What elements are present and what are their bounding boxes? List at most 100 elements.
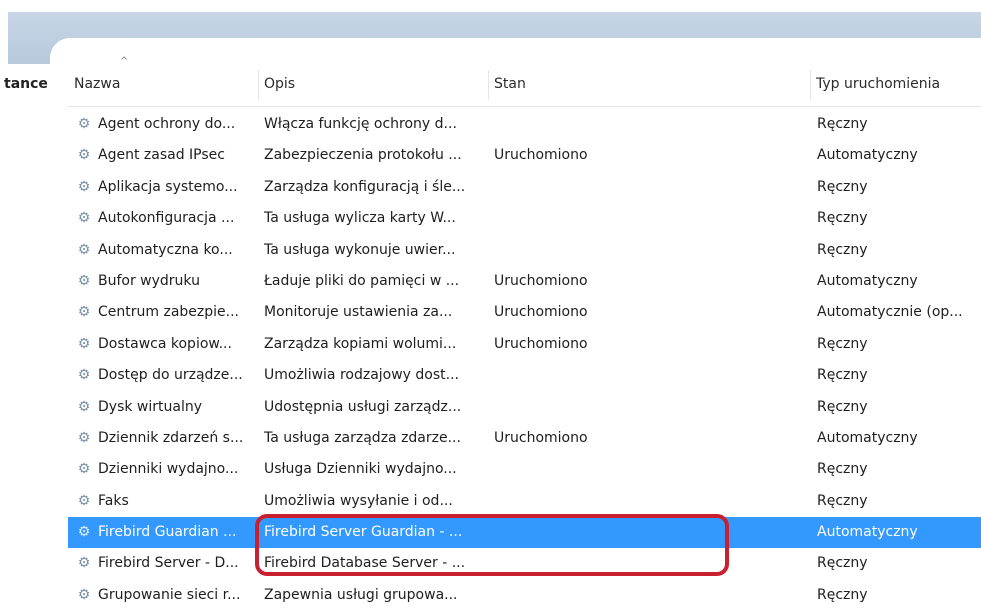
service-status: Uruchomiono [494,147,588,164]
service-startup-type: Automatyczny [817,272,918,289]
service-name-cell: ⚙ Agent ochrony do... [74,109,264,140]
table-row[interactable]: ⚙ Autokonfiguracja ... Ta usługa wylicza k… [68,203,981,234]
service-startup-type: Ręczny [817,586,868,603]
service-name: Dysk wirtualny [98,398,203,415]
service-status [494,454,814,485]
service-description: Firebird Server Guardian - ... [264,524,463,541]
service-status [494,360,814,391]
service-description: Zabezpieczenia protokołu ... [264,147,462,164]
service-startup-type: Ręczny [817,398,868,415]
service-startup-type: Ręczny [817,178,868,195]
column-header-name[interactable]: Nazwa [68,62,258,106]
service-status [494,517,814,548]
service-status [494,486,814,517]
service-status [494,580,814,611]
service-name: Dzienniki wydajno... [98,461,239,478]
service-gear-icon: ⚙ [77,492,91,509]
service-description: Ta usługa zarządza zdarze... [264,429,461,446]
table-row[interactable]: ⚙ Centrum zabezpie... Monitoruje ustawieni… [68,297,981,328]
service-description: Usługa Dzienniki wydajno... [264,461,457,478]
service-startup-type: Ręczny [817,116,868,132]
column-header-startup-type[interactable]: Typ uruchomienia [810,62,981,106]
service-gear-icon: ⚙ [77,335,91,352]
service-name-cell: ⚙ Centrum zabezpie... [74,297,264,328]
table-row[interactable]: ⚙ Dostęp do urządze... Umożliwia rodzajowy… [68,360,981,391]
column-header: Nazwa Opis Stan Typ uruchomienia [68,62,981,107]
service-description: Zarządza kopiami wolumi... [264,335,457,352]
table-row[interactable]: ⚙ Faks Umożliwia wysyłanie i od... Ręczny [68,486,981,517]
service-status: Uruchomiono [494,304,588,321]
service-name: Automatyczna ko... [98,241,233,258]
service-gear-icon: ⚙ [77,272,91,289]
service-status [494,235,814,266]
service-name: Bufor wydruku [98,272,200,289]
service-startup-type: Ręczny [817,210,868,227]
service-description: Zarządza konfiguracją i śle... [264,178,466,195]
table-row[interactable]: ⚙ Firebird Server - D... Firebird Database… [68,548,981,579]
service-description: Umożliwia rodzajowy dost... [264,367,460,384]
service-gear-icon: ⚙ [77,461,91,478]
column-header-status[interactable]: Stan [488,62,810,106]
service-startup-type: Ręczny [817,367,868,384]
sort-ascending-icon: ^ [120,56,129,67]
table-row[interactable]: ⚙ Automatyczna ko... Ta usługa wykonuje uw… [68,235,981,266]
service-startup-type: Automatyczny [817,524,918,541]
service-status [494,392,814,423]
service-status [494,203,814,234]
table-row[interactable]: ⚙ Dostawca kopiow... Zarządza kopiami wolu… [68,329,981,360]
service-name-cell: ⚙ Grupowanie sieci r... [74,580,264,611]
service-description: Udostępnia usługi zarządz... [264,398,462,415]
service-gear-icon: ⚙ [77,210,91,227]
service-gear-icon: ⚙ [77,147,91,164]
service-name-cell: ⚙ Dysk wirtualny [74,392,264,423]
service-name: Faks [98,492,129,509]
left-panel-label: tance [4,76,48,92]
service-name: Firebird Server - D... [98,555,239,572]
service-name: Dostęp do urządze... [98,367,243,384]
table-row[interactable]: ⚙ Agent ochrony do... Włącza funkcję ochro… [68,109,981,140]
service-startup-type: Ręczny [817,335,868,352]
column-header-description[interactable]: Opis [258,62,488,106]
service-name: Aplikacja systemo... [98,178,238,195]
service-description: Zapewnia usługi grupowa... [264,586,458,603]
service-startup-type: Ręczny [817,241,868,258]
service-name-cell: ⚙ Firebird Server - D... [74,548,264,579]
service-status [494,109,814,140]
service-gear-icon: ⚙ [77,586,91,603]
service-gear-icon: ⚙ [77,524,91,541]
service-description: Firebird Database Server - ... [264,555,466,572]
service-name: Autokonfiguracja ... [98,210,235,227]
service-description: Monitoruje ustawienia za... [264,304,453,321]
service-gear-icon: ⚙ [77,429,91,446]
services-list: ⚙ Agent ochrony do... Włącza funkcję ochro… [68,109,981,611]
service-name-cell: ⚙ Dziennik zdarzeń s... [74,423,264,454]
table-row[interactable]: ⚙ Aplikacja systemo... Zarządza konfigurac… [68,172,981,203]
table-row[interactable]: ⚙ Grupowanie sieci r... Zapewnia usługi gr… [68,580,981,611]
service-name-cell: ⚙ Autokonfiguracja ... [74,203,264,234]
service-status [494,548,814,579]
service-startup-type: Ręczny [817,461,868,478]
service-name-cell: ⚙ Bufor wydruku [74,266,264,297]
table-row[interactable]: ⚙ Dysk wirtualny Udostępnia usługi zarządz… [68,392,981,423]
table-row[interactable]: ⚙ Bufor wydruku Ładuje pliki do pamięci w … [68,266,981,297]
service-description: Ta usługa wylicza karty W... [264,210,456,227]
table-row[interactable]: ⚙ Dzienniki wydajno... Usługa Dzienniki wy… [68,454,981,485]
service-status: Uruchomiono [494,272,588,289]
service-startup-type: Automatyczny [817,147,918,164]
service-startup-type: Automatycznie (op... [817,304,963,321]
service-startup-type: Automatyczny [817,429,918,446]
table-row[interactable]: ⚙ Firebird Guardian ... Firebird Server Gu… [68,517,981,549]
service-name-cell: ⚙ Aplikacja systemo... [74,172,264,203]
service-name: Firebird Guardian ... [98,524,237,541]
service-startup-type: Ręczny [817,492,868,509]
table-row[interactable]: ⚙ Dziennik zdarzeń s... Ta usługa zarządza… [68,423,981,454]
service-gear-icon: ⚙ [77,367,91,384]
service-name-cell: ⚙ Dostęp do urządze... [74,360,264,391]
service-gear-icon: ⚙ [77,178,91,195]
service-description: Ta usługa wykonuje uwier... [264,241,456,258]
service-name: Centrum zabezpie... [98,304,239,321]
service-gear-icon: ⚙ [77,398,91,415]
table-row[interactable]: ⚙ Agent zasad IPsec Zabezpieczenia protoko… [68,140,981,171]
service-status: Uruchomiono [494,429,588,446]
service-name-cell: ⚙ Faks [74,486,264,517]
